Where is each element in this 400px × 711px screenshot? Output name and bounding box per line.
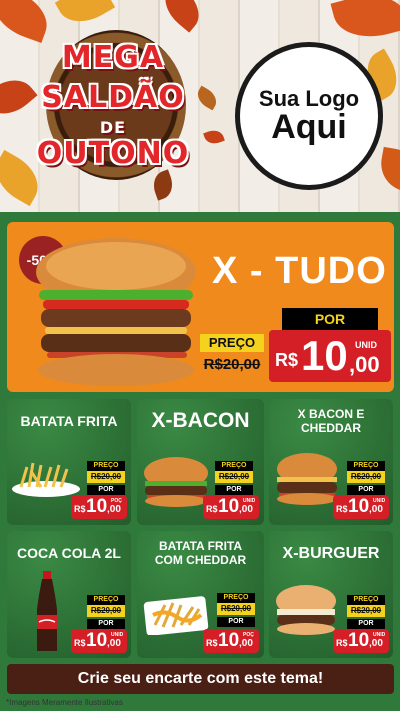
price-currency: R$ (336, 638, 348, 648)
price-decimal: ,00 (369, 504, 383, 515)
product-card-coca-cola: COCA COLA 2L PREÇO R$20,00 POR R$ 10 UNI… (7, 531, 131, 658)
preco-label: PREÇO (347, 595, 385, 605)
product-title-line1: X BACON E (297, 407, 365, 421)
preco-label: PREÇO (87, 595, 125, 605)
old-price: R$20,00 (217, 603, 255, 615)
product-card-x-bacon-cheddar: X BACON E CHEDDAR PREÇO R$20,00 POR R$ 1… (269, 399, 393, 525)
badge-line-mega: MEGA (61, 40, 165, 75)
price-decimal: ,00 (369, 638, 383, 649)
old-price: R$20,00 (347, 471, 385, 483)
preco-label: PREÇO (87, 461, 125, 471)
badge-line-de: DE (99, 118, 127, 137)
sale-badge: MEGA SALDÃO DE OUTONO (18, 22, 208, 192)
price-decimal: ,00 (349, 352, 380, 377)
product-price: R$ 10 POÇ ,00 (71, 495, 127, 519)
soda-bottle-illustration (37, 571, 57, 651)
price-currency: R$ (336, 504, 348, 514)
product-card-x-bacon: X-BACON PREÇO R$20,00 POR R$ 10 UNID ,00 (137, 399, 264, 525)
product-title-line1: BATATA FRITA (158, 539, 243, 553)
price-decimal: ,00 (239, 504, 253, 515)
badge-line-outono: OUTONO (36, 136, 190, 171)
product-price: R$ 10 UNID ,00 (333, 629, 389, 653)
old-price: R$20,00 (215, 471, 253, 483)
preco-label: PREÇO (200, 334, 264, 352)
price-currency: R$ (74, 504, 86, 514)
logo-placeholder: Sua Logo Aqui (235, 42, 383, 190)
product-price: R$ 10 UNID ,00 (71, 629, 127, 653)
featured-product: -50% X - TUDO PREÇO R$20,00 POR R$ 10 UN… (7, 222, 394, 392)
fries-illustration (12, 462, 80, 497)
por-label: POR (347, 485, 385, 495)
autumn-leaf-decoration (330, 0, 400, 47)
price-currency: R$ (74, 638, 86, 648)
badge-line-saldao: SALDÃO (41, 80, 185, 115)
featured-price: R$ 10 UNID ,00 (269, 330, 391, 382)
price-decimal: ,00 (239, 638, 253, 649)
price-unit: UNID (355, 340, 377, 350)
old-price: R$20,00 (347, 605, 385, 617)
price-integer: 10 (86, 496, 108, 517)
product-card-batata-frita: BATATA FRITA PREÇO R$20,00 POR R$ 10 POÇ… (7, 399, 131, 525)
price-integer: 10 (348, 496, 370, 517)
price-currency: R$ (206, 504, 218, 514)
por-label: POR (347, 619, 385, 629)
autumn-leaf-decoration (376, 146, 400, 194)
burger-illustration (277, 453, 337, 505)
por-label: POR (87, 485, 125, 495)
preco-label: PREÇO (215, 461, 253, 471)
price-integer: 10 (218, 630, 240, 651)
product-price: R$ 10 UNID ,00 (203, 495, 259, 519)
product-price: R$ 10 POÇ ,00 (203, 629, 259, 653)
cta-banner[interactable]: Crie seu encarte com este tema! (7, 664, 394, 694)
old-price: R$20,00 (87, 471, 125, 483)
product-title-line2: CHEDDAR (301, 421, 361, 435)
price-integer: 10 (218, 496, 240, 517)
old-price: R$20,00 (203, 356, 261, 373)
featured-title: X - TUDO (212, 250, 387, 292)
fries-cheddar-illustration (143, 596, 209, 635)
product-title-line2: COM CHEDDAR (154, 553, 247, 567)
product-card-x-burguer: X-BURGUER PREÇO R$20,00 POR R$ 10 UNID ,… (269, 531, 393, 658)
preco-label: PREÇO (217, 593, 255, 603)
price-integer: 10 (301, 332, 348, 379)
product-title: COCA COLA 2L (17, 545, 121, 561)
logo-text-line1: Sua Logo (258, 85, 360, 111)
hero-banner: MEGA SALDÃO DE OUTONO Sua Logo Aqui (0, 0, 400, 212)
product-card-batata-cheddar: BATATA FRITA COM CHEDDAR PREÇO R$20,00 P… (137, 531, 264, 658)
disclaimer-note: *Imagens Meramente Ilustrativas (6, 698, 123, 707)
burger-illustration (36, 238, 196, 386)
por-label: POR (87, 619, 125, 629)
price-integer: 10 (86, 630, 108, 651)
cta-text: Crie seu encarte com este tema! (77, 670, 324, 687)
price-integer: 10 (348, 630, 370, 651)
por-label: POR (217, 617, 255, 627)
burger-illustration (144, 457, 208, 507)
price-currency: R$ (275, 350, 299, 370)
logo-text-line2: Aqui (271, 107, 347, 146)
product-title: BATATA FRITA (20, 413, 118, 429)
price-decimal: ,00 (107, 504, 121, 515)
price-currency: R$ (206, 638, 218, 648)
preco-label: PREÇO (347, 461, 385, 471)
burger-illustration (276, 585, 336, 635)
por-label: POR (215, 485, 253, 495)
product-price: R$ 10 UNID ,00 (333, 495, 389, 519)
product-title: X-BURGUER (282, 545, 380, 562)
old-price: R$20,00 (87, 605, 125, 617)
price-decimal: ,00 (107, 638, 121, 649)
product-title: X-BACON (151, 409, 250, 432)
por-label: POR (282, 308, 378, 330)
